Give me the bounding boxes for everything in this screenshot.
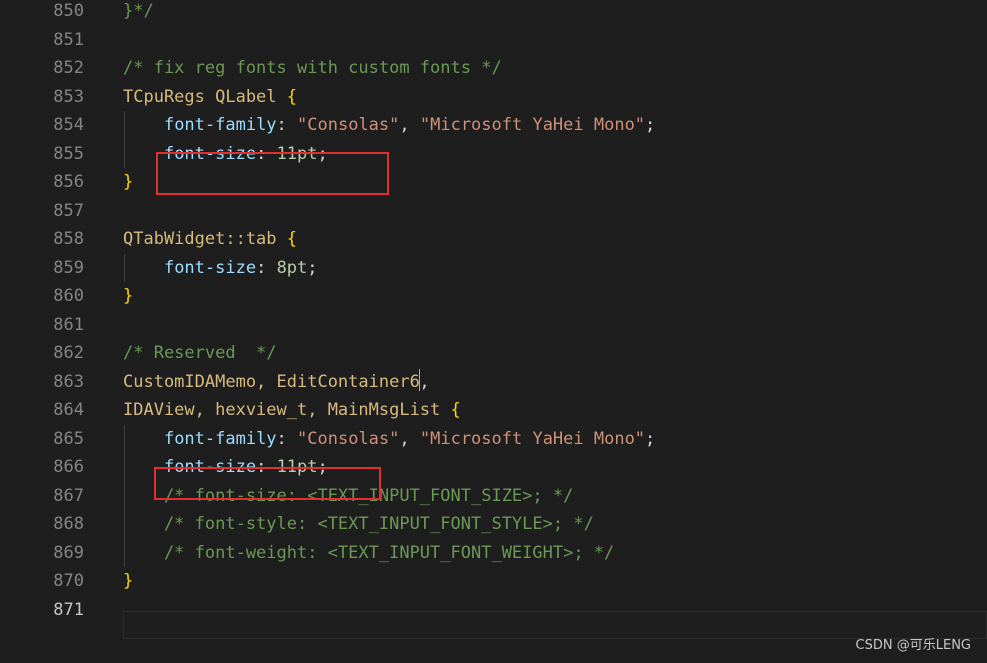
code-token: /* Reserved */ bbox=[123, 343, 277, 363]
line-number: 855 bbox=[53, 143, 84, 164]
line-number: 854 bbox=[53, 115, 84, 135]
code-token: font-family bbox=[163, 115, 277, 135]
code-line[interactable]: font-family: "Consolas", "Microsoft YaHe… bbox=[123, 111, 655, 140]
code-line[interactable]: IDAView, hexview_t, MainMsgList { bbox=[123, 396, 461, 425]
code-token: "Consolas" bbox=[297, 115, 400, 135]
code-token: , bbox=[399, 115, 420, 135]
code-token: /* font-weight: <TEXT_INPUT_FONT_WEIGHT>… bbox=[123, 542, 615, 563]
code-token: /* font-style: <TEXT_INPUT_FONT_STYLE>; … bbox=[123, 514, 594, 534]
code-line[interactable]: /* Reserved */ bbox=[123, 339, 277, 368]
code-token: ; bbox=[645, 428, 656, 449]
line-number: 853 bbox=[53, 86, 84, 107]
code-line[interactable]: /* font-weight: <TEXT_INPUT_FONT_WEIGHT>… bbox=[123, 539, 614, 568]
annotation-box-font-size-866 bbox=[154, 467, 381, 500]
code-token: : bbox=[276, 115, 298, 135]
line-number: 861 bbox=[53, 314, 84, 335]
annotation-box-font-size-853 bbox=[156, 152, 389, 195]
code-token: { bbox=[286, 229, 298, 249]
code-token: { bbox=[450, 400, 461, 420]
code-token: }*/ bbox=[123, 1, 154, 21]
line-number: 867 bbox=[53, 485, 84, 506]
code-token: QTabWidget::tab bbox=[123, 229, 287, 249]
code-token: { bbox=[286, 86, 298, 107]
code-token: "Consolas" bbox=[297, 428, 400, 449]
code-token: CustomIDAMemo, EditContainer6 bbox=[123, 371, 420, 392]
code-line[interactable]: } bbox=[123, 168, 133, 197]
code-line[interactable]: /* font-style: <TEXT_INPUT_FONT_STYLE>; … bbox=[123, 510, 594, 539]
code-area[interactable]: }*/ /* fix reg fonts with custom fonts */… bbox=[123, 0, 987, 663]
code-token: /* fix reg fonts with custom fonts */ bbox=[123, 58, 502, 78]
line-number: 868 bbox=[53, 514, 84, 534]
code-token: 8pt bbox=[276, 257, 308, 278]
code-token: , bbox=[419, 371, 430, 392]
code-line[interactable]: TCpuRegs QLabel { bbox=[123, 83, 297, 112]
line-number: 869 bbox=[53, 542, 84, 563]
code-token: TCpuRegs QLabel bbox=[123, 86, 287, 107]
line-number: 857 bbox=[53, 200, 84, 221]
line-number: 864 bbox=[53, 400, 84, 420]
code-token: } bbox=[123, 286, 134, 306]
code-token: } bbox=[123, 571, 134, 591]
watermark: CSDN @可乐LENG bbox=[855, 638, 971, 653]
line-number-gutter: 850 851 852 853 854 855 856 857 858 859 860 861 862 8… bbox=[0, 0, 95, 663]
line-number: 865 bbox=[53, 428, 84, 449]
code-token: : bbox=[276, 428, 298, 449]
code-line[interactable]: } bbox=[123, 282, 133, 311]
line-number: 859 bbox=[53, 257, 84, 278]
code-line[interactable]: /* fix reg fonts with custom fonts */ bbox=[123, 54, 502, 83]
line-number: 862 bbox=[53, 343, 84, 363]
code-token: IDAView, hexview_t, MainMsgList bbox=[123, 400, 451, 420]
code-token: , bbox=[399, 428, 420, 449]
code-token: } bbox=[123, 172, 134, 192]
line-number: 866 bbox=[53, 457, 84, 477]
code-token: : bbox=[256, 257, 277, 278]
line-number: 870 bbox=[53, 571, 84, 591]
code-line[interactable]: }*/ bbox=[123, 0, 154, 26]
indent-guide bbox=[124, 253, 125, 282]
line-number: 871 bbox=[53, 599, 84, 620]
code-line[interactable]: QTabWidget::tab { bbox=[123, 225, 297, 254]
code-line[interactable]: font-size: 8pt; bbox=[123, 254, 318, 283]
code-editor[interactable]: 850 851 852 853 854 855 856 857 858 859 860 861 862 8… bbox=[0, 0, 987, 663]
indent-guide bbox=[124, 111, 125, 168]
line-number: 860 bbox=[53, 286, 84, 306]
line-number: 850 bbox=[53, 1, 84, 21]
code-token: font-size bbox=[163, 257, 257, 278]
line-number: 852 bbox=[53, 58, 84, 78]
code-line[interactable]: } bbox=[123, 567, 133, 596]
line-number: 856 bbox=[53, 172, 84, 192]
code-line[interactable]: CustomIDAMemo, EditContainer6, bbox=[123, 368, 430, 397]
code-token: "Microsoft YaHei Mono" bbox=[419, 428, 646, 449]
line-number: 851 bbox=[53, 29, 84, 50]
code-token: "Microsoft YaHei Mono" bbox=[419, 115, 646, 135]
line-number: 863 bbox=[53, 371, 84, 392]
line-number: 858 bbox=[53, 229, 84, 249]
indent-guide bbox=[124, 424, 125, 567]
code-token: ; bbox=[645, 115, 656, 135]
code-token: ; bbox=[307, 257, 318, 278]
code-line[interactable]: font-family: "Consolas", "Microsoft YaHe… bbox=[123, 425, 655, 454]
code-token: font-family bbox=[163, 428, 277, 449]
